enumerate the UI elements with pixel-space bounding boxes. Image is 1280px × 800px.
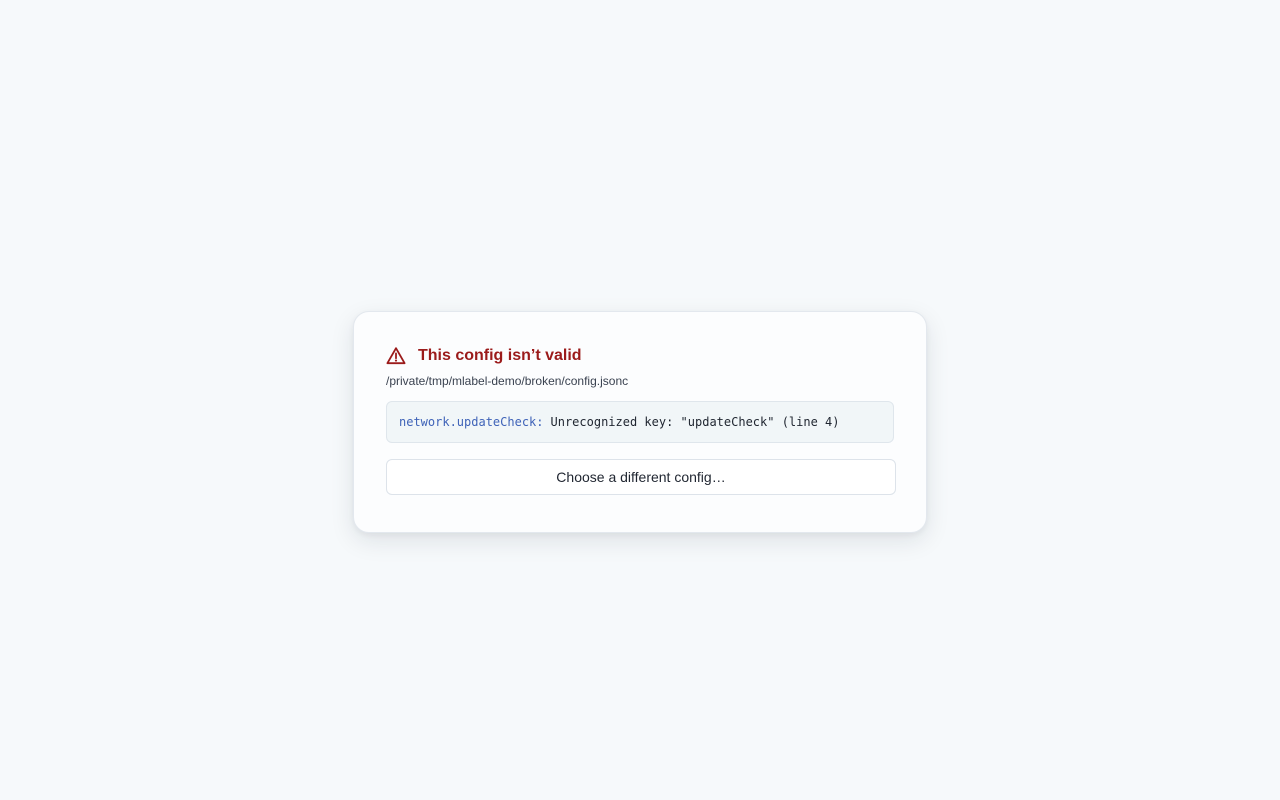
dialog-title: This config isn’t valid — [418, 347, 582, 364]
error-message: Unrecognized key: "updateCheck" (line 4) — [550, 415, 840, 429]
error-details: network.updateCheck: Unrecognized key: "… — [386, 401, 894, 443]
app-window: This config isn’t valid /private/tmp/mla… — [0, 0, 1280, 800]
config-path: /private/tmp/mlabel-demo/broken/config.j… — [386, 374, 629, 388]
invalid-config-dialog: This config isn’t valid /private/tmp/mla… — [353, 311, 927, 533]
dialog-header: This config isn’t valid — [386, 344, 894, 368]
error-key: network.updateCheck: — [399, 415, 544, 429]
choose-different-config-button[interactable]: Choose a different config… — [386, 459, 896, 495]
warning-triangle-icon — [386, 346, 406, 366]
